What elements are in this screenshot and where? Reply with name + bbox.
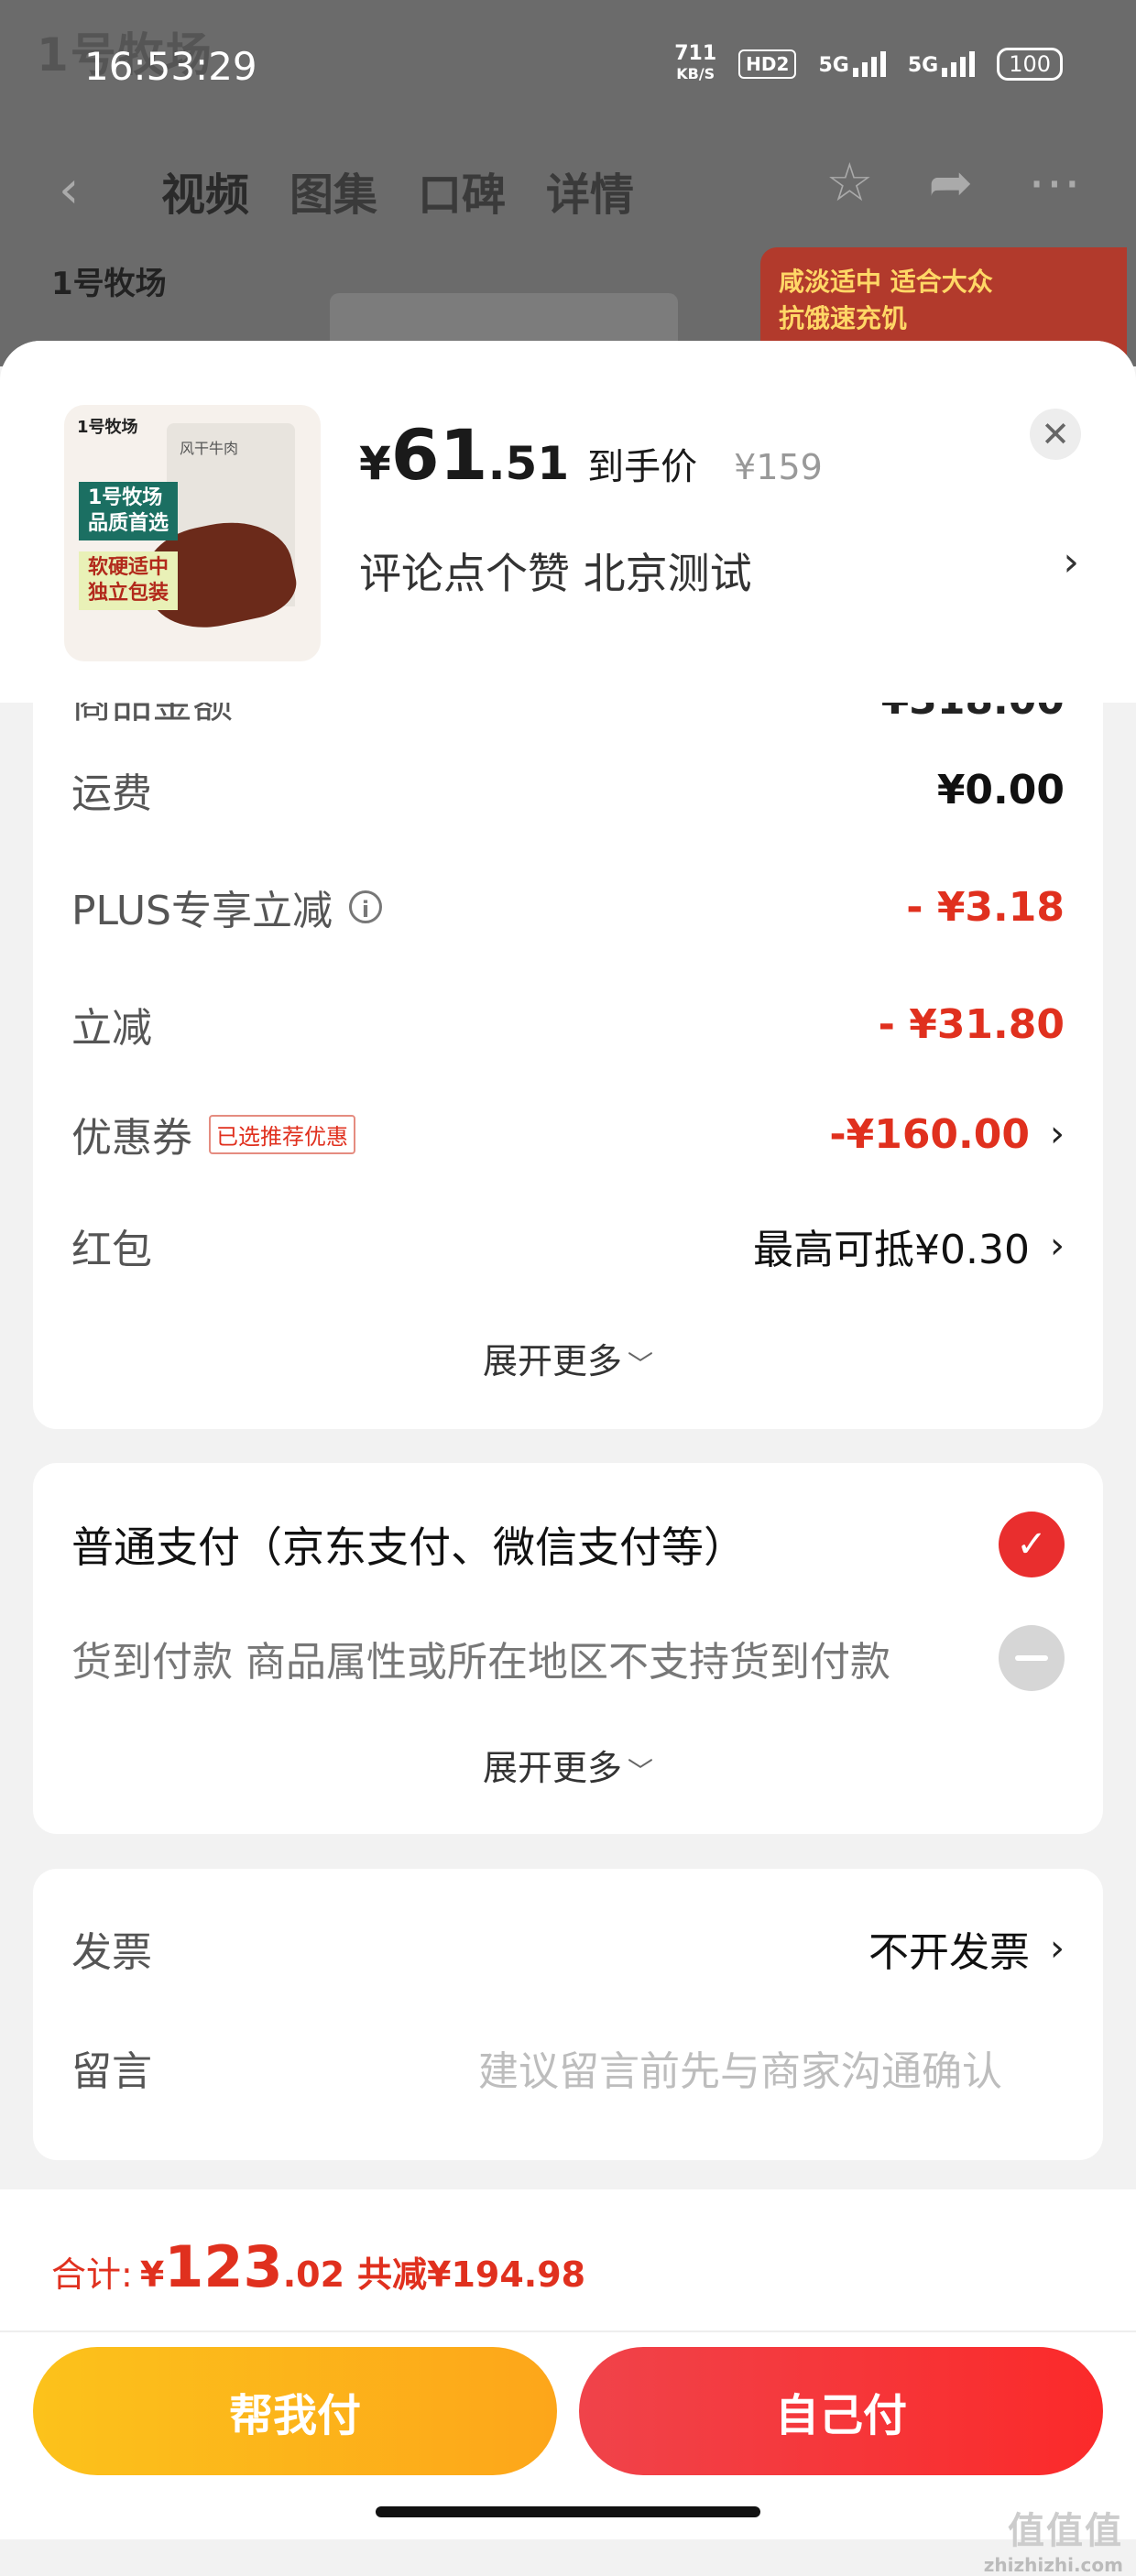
thumb-tag-quality: 1号牧场 品质首选 (79, 482, 179, 540)
chevron-down-icon: ﹀ (628, 1349, 654, 1380)
divider (0, 2330, 1136, 2332)
price-integer: 61 (390, 414, 488, 496)
invoice-row[interactable]: 发票 不开发票 › (71, 1916, 1065, 1981)
fee-row-redpacket[interactable]: 红包 最高可抵¥0.30 › (71, 1214, 1065, 1278)
chevron-right-icon: › (1050, 1113, 1065, 1155)
top-nav: ‹ 视频 图集 口碑 详情 ☆ ➦ ⋯ (0, 151, 1136, 224)
product-promo-text[interactable]: 评论点个赞 北京测试 (359, 540, 752, 601)
watermark-text: zhizhizhi.com (983, 2554, 1123, 2576)
tab-reviews[interactable]: 口碑 (418, 158, 506, 223)
shipping-value: ¥0.00 (936, 766, 1065, 813)
total-decimal: .02 (282, 2254, 345, 2295)
extra-info-card: 发票 不开发票 › 留言 建议留言前先与商家沟通确认 (33, 1869, 1103, 2160)
instant-discount-label: 立减 (71, 1005, 152, 1052)
watermark-logo: 值值值 (1008, 2510, 1123, 2552)
chevron-right-icon[interactable]: › (1063, 539, 1079, 585)
expand-more-label: 展开更多 (482, 1748, 622, 1788)
shipping-label: 运费 (71, 770, 152, 817)
back-icon[interactable]: ‹ (59, 160, 79, 220)
checkout-bottom-bar: 合计: ¥ 123 .02 共减¥194.98 帮我付 自己付 值值值 zhiz… (0, 2189, 1136, 2576)
self-pay-button[interactable]: 自己付 (579, 2347, 1103, 2475)
disabled-icon (999, 1625, 1065, 1691)
redpacket-value: 最高可抵¥0.30 (753, 1227, 1030, 1273)
nav-tabs: 视频 图集 口碑 详情 (161, 158, 634, 223)
price-symbol: ¥ (359, 437, 391, 490)
price-decimal: .51 (487, 437, 570, 490)
payment-option-normal[interactable]: 普通支付（京东支付、微信支付等） (71, 1512, 1065, 1577)
fee-row-plus: PLUS专享立减 i - ¥3.18 (71, 875, 1065, 939)
message-row[interactable]: 留言 建议留言前先与商家沟通确认 (71, 2036, 1065, 2100)
total-saving: 共减¥194.98 (357, 2254, 586, 2295)
coupon-label: 优惠券 (71, 1115, 192, 1162)
fee-row-coupon[interactable]: 优惠券 已选推荐优惠 -¥160.00 › (71, 1102, 1065, 1166)
watermark: 值值值 zhizhizhi.com (984, 2501, 1123, 2576)
home-indicator[interactable] (376, 2506, 760, 2517)
more-icon[interactable]: ⋯ (1028, 151, 1081, 213)
status-time: 16:53:29 (84, 44, 257, 89)
fee-row-instant: 立减 - ¥31.80 (71, 992, 1065, 1056)
chevron-down-icon: ﹀ (628, 1756, 654, 1786)
coupon-value: -¥160.00 (829, 1110, 1030, 1158)
expand-more-fees[interactable]: 展开更多 ﹀ (33, 1333, 1103, 1383)
coupon: 优惠券 已选推荐优惠 (71, 1105, 355, 1163)
thumb-package-label: 风干牛肉 (180, 440, 239, 457)
redpacket-label: 红包 (71, 1227, 152, 1273)
total-label: 合计: (51, 2254, 133, 2295)
plus-discount-value: - ¥3.18 (906, 883, 1065, 931)
chevron-right-icon: › (1050, 1225, 1065, 1267)
signal-icon-2: 5G (908, 51, 976, 77)
help-pay-button[interactable]: 帮我付 (33, 2347, 557, 2475)
invoice-label: 发票 (71, 1929, 152, 1976)
status-icons: 711 KB/S HD2 5G 5G 100 (674, 44, 1063, 84)
hd-icon: HD2 (738, 49, 797, 79)
fee-breakdown-card: 商品金额 ¥318.00 运费 ¥0.00 PLUS专享立减 i - ¥3.18… (33, 703, 1103, 1429)
payment-method-card: 普通支付（京东支付、微信支付等） ✓ 货到付款 商品属性或所在地区不支持货到付款… (33, 1463, 1103, 1834)
favorite-star-icon[interactable]: ☆ (825, 151, 873, 213)
checkmark-icon[interactable]: ✓ (999, 1512, 1065, 1577)
chevron-right-icon: › (1050, 1927, 1065, 1970)
background-product-page: 1号牧场 16:53:29 711 KB/S HD2 5G 5G 100 ‹ 视频… (0, 0, 1136, 366)
instant-discount-value: - ¥31.80 (878, 1000, 1065, 1048)
tab-details[interactable]: 详情 (546, 158, 634, 223)
share-icon[interactable]: ➦ (928, 151, 973, 213)
fee-row-shipping: 运费 ¥0.00 (71, 758, 1065, 822)
brand-logo-small: 1号牧场 (51, 266, 167, 302)
total-symbol: ¥ (139, 2254, 165, 2295)
close-button[interactable]: ✕ (1030, 409, 1081, 460)
invoice-value-group: 不开发票 › (868, 1919, 1065, 1978)
total-row: 合计: ¥ 123 .02 共减¥194.98 (51, 2233, 585, 2300)
nav-icons: ☆ ➦ ⋯ (825, 151, 1081, 213)
payment-option-cod: 货到付款 商品属性或所在地区不支持货到付款 (71, 1626, 1065, 1690)
net-speed: 711 KB/S (674, 42, 717, 83)
product-thumbnail: 1号牧场 风干牛肉 1号牧场 品质首选 软硬适中 独立包装 (64, 405, 321, 661)
message-label: 留言 (71, 2048, 152, 2095)
fee-row-goods: 商品金额 ¥318.00 (71, 703, 1065, 732)
battery-icon: 100 (997, 48, 1063, 81)
tab-video[interactable]: 视频 (161, 158, 249, 223)
goods-amount-label: 商品金额 (71, 703, 233, 727)
thumb-tag-texture: 软硬适中 独立包装 (79, 551, 179, 610)
coupon-tag: 已选推荐优惠 (209, 1114, 355, 1154)
coupon-value-group: -¥160.00 › (829, 1111, 1065, 1158)
product-header: 1号牧场 风干牛肉 1号牧场 品质首选 软硬适中 独立包装 ¥ 61 .51 到… (0, 341, 1136, 703)
price-row: ¥ 61 .51 到手价 ¥159 (359, 414, 823, 496)
redpacket-value-group: 最高可抵¥0.30 › (753, 1217, 1065, 1275)
price-label: 到手价 (587, 446, 698, 488)
thumb-brand: 1号牧场 (77, 418, 138, 437)
tab-gallery[interactable]: 图集 (289, 158, 377, 223)
payment-normal-label: 普通支付（京东支付、微信支付等） (71, 1523, 746, 1572)
plus-discount-label: PLUS专享立减 (71, 888, 333, 934)
invoice-value: 不开发票 (868, 1929, 1030, 1976)
signal-icon: 5G (818, 51, 886, 77)
expand-more-payment[interactable]: 展开更多 ﹀ (33, 1740, 1103, 1790)
goods-amount-value: ¥318.00 (881, 703, 1065, 724)
original-price: ¥159 (734, 447, 823, 487)
info-icon[interactable]: i (349, 890, 382, 923)
expand-more-label: 展开更多 (482, 1341, 622, 1381)
message-input[interactable]: 建议留言前先与商家沟通确认 (478, 2038, 1002, 2097)
payment-cod-label: 货到付款 商品属性或所在地区不支持货到付款 (71, 1639, 890, 1686)
plus-discount: PLUS专享立减 i (71, 878, 382, 936)
total-integer: 123 (164, 2233, 283, 2300)
